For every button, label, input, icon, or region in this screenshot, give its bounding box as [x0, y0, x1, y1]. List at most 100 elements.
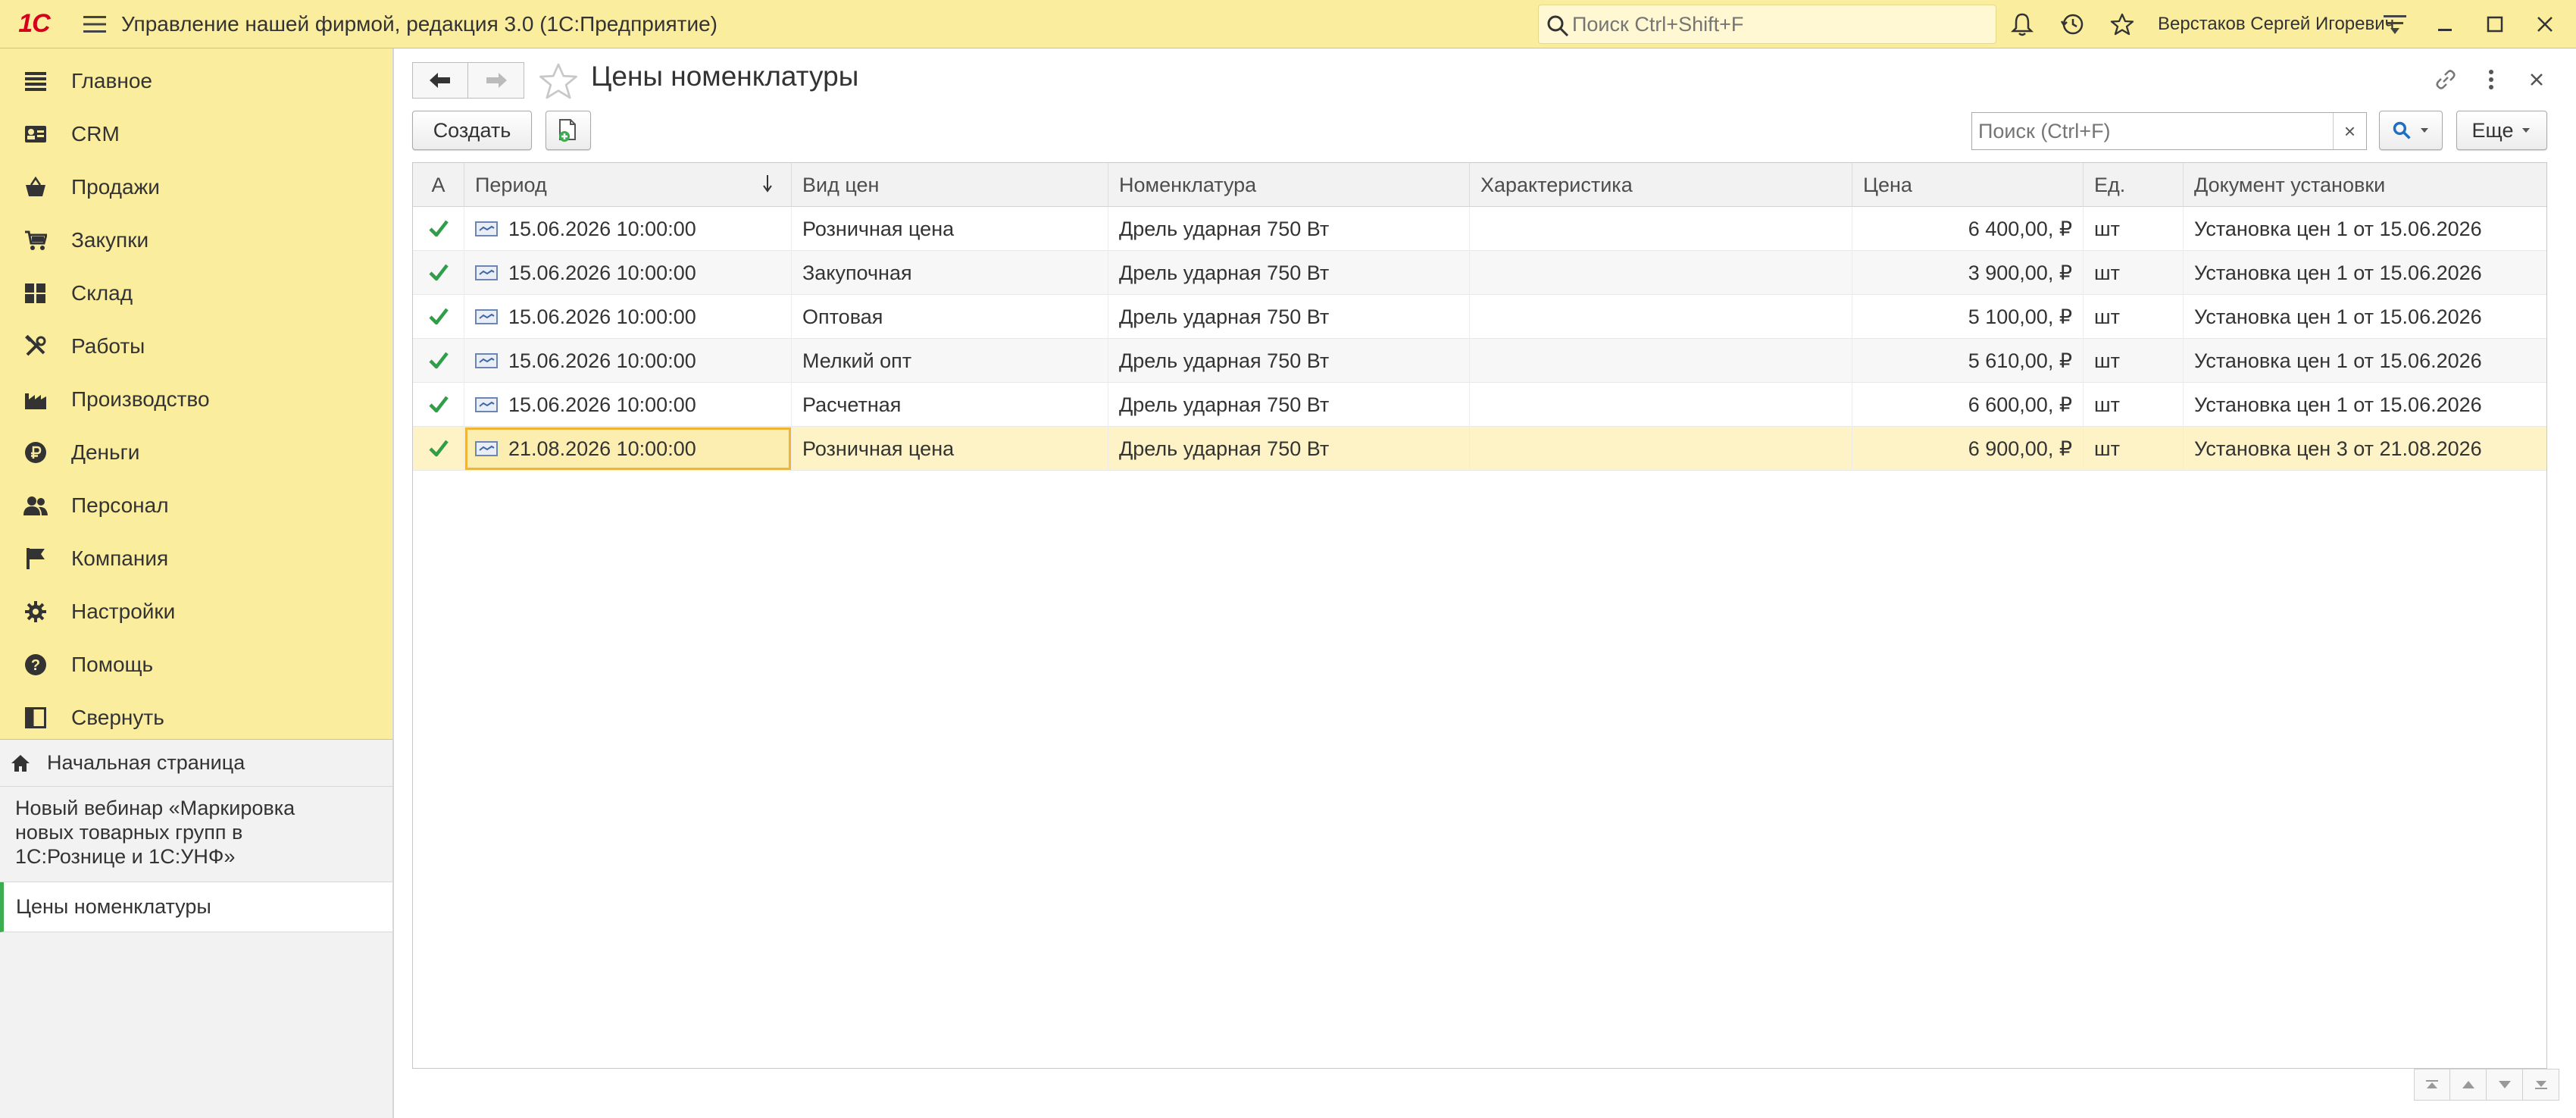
period-cell[interactable]: 15.06.2026 10:00:00 — [464, 383, 792, 427]
close-app-icon[interactable] — [2520, 0, 2570, 49]
maximize-icon[interactable] — [2470, 0, 2520, 49]
period-cell[interactable]: 15.06.2026 10:00:00 — [464, 295, 792, 339]
clear-search-button[interactable]: × — [2333, 113, 2366, 149]
characteristic-cell[interactable] — [1470, 339, 1852, 383]
search-options-button[interactable] — [2379, 111, 2443, 150]
price-cell[interactable]: 5 100,00, ₽ — [1852, 295, 2084, 339]
price-cell[interactable]: 3 900,00, ₽ — [1852, 251, 2084, 295]
price-type-cell[interactable]: Мелкий опт — [792, 339, 1108, 383]
scroll-up-button[interactable] — [2450, 1069, 2487, 1101]
list-search-input[interactable] — [1972, 113, 2333, 149]
scroll-to-top-button[interactable] — [2414, 1069, 2450, 1101]
price-type-cell[interactable]: Оптовая — [792, 295, 1108, 339]
section-works[interactable]: Работы — [0, 320, 392, 373]
table-row[interactable]: 15.06.2026 10:00:00 Оптовая Дрель ударная … — [413, 295, 2546, 339]
column-price-type[interactable]: Вид цен — [792, 163, 1108, 207]
back-button[interactable] — [412, 62, 468, 99]
global-search[interactable] — [1538, 5, 1996, 44]
section-personnel[interactable]: Персонал — [0, 479, 392, 532]
item-cell[interactable]: Дрель ударная 750 Вт — [1108, 295, 1470, 339]
favorites-star-icon[interactable] — [2097, 0, 2147, 49]
unit-cell[interactable]: шт — [2084, 339, 2184, 383]
table-row[interactable]: 15.06.2026 10:00:00 Розничная цена Дрель у… — [413, 207, 2546, 251]
open-window-webinar[interactable]: Новый вебинар «Маркировка новых товарных… — [0, 787, 392, 882]
unit-cell[interactable]: шт — [2084, 251, 2184, 295]
notifications-bell-icon[interactable] — [1997, 0, 2047, 49]
item-cell[interactable]: Дрель ударная 750 Вт — [1108, 427, 1470, 471]
section-production[interactable]: Производство — [0, 373, 392, 426]
period-cell[interactable]: 15.06.2026 10:00:00 — [464, 207, 792, 251]
unit-cell[interactable]: шт — [2084, 207, 2184, 251]
characteristic-cell[interactable] — [1470, 207, 1852, 251]
column-unit[interactable]: Ед. — [2084, 163, 2184, 207]
characteristic-cell[interactable] — [1470, 251, 1852, 295]
column-price[interactable]: Цена — [1852, 163, 2084, 207]
scroll-to-bottom-button[interactable] — [2523, 1069, 2559, 1101]
period-cell[interactable]: 21.08.2026 10:00:00 — [464, 427, 792, 471]
price-cell[interactable]: 6 600,00, ₽ — [1852, 383, 2084, 427]
link-icon[interactable] — [2423, 61, 2468, 99]
period-cell[interactable]: 15.06.2026 10:00:00 — [464, 251, 792, 295]
settings-menu-icon[interactable] — [2370, 0, 2420, 49]
section-money[interactable]: Деньги — [0, 426, 392, 479]
open-window-home[interactable]: Начальная страница — [0, 740, 392, 787]
minimize-icon[interactable] — [2420, 0, 2470, 49]
list-search[interactable]: × — [1971, 112, 2367, 150]
main-menu-icon[interactable] — [68, 0, 121, 49]
section-collapse[interactable]: Свернуть — [0, 691, 392, 744]
create-button[interactable]: Создать — [412, 111, 532, 150]
item-cell[interactable]: Дрель ударная 750 Вт — [1108, 383, 1470, 427]
section-main[interactable]: Главное — [0, 55, 392, 108]
item-cell[interactable]: Дрель ударная 750 Вт — [1108, 251, 1470, 295]
more-vertical-icon[interactable] — [2468, 61, 2514, 99]
characteristic-cell[interactable] — [1470, 295, 1852, 339]
document-cell[interactable]: Установка цен 1 от 15.06.2026 — [2184, 383, 2546, 427]
table-row[interactable]: 15.06.2026 10:00:00 Расчетная Дрель ударна… — [413, 383, 2546, 427]
period-cell[interactable]: 15.06.2026 10:00:00 — [464, 339, 792, 383]
section-warehouse[interactable]: Склад — [0, 267, 392, 320]
unit-cell[interactable]: шт — [2084, 427, 2184, 471]
section-sales[interactable]: Продажи — [0, 161, 392, 214]
item-cell[interactable]: Дрель ударная 750 Вт — [1108, 207, 1470, 251]
table-row[interactable]: 15.06.2026 10:00:00 Закупочная Дрель ударн… — [413, 251, 2546, 295]
more-button[interactable]: Еще — [2456, 111, 2547, 150]
characteristic-cell[interactable] — [1470, 383, 1852, 427]
price-cell[interactable]: 5 610,00, ₽ — [1852, 339, 2084, 383]
copy-create-button[interactable] — [546, 111, 591, 150]
unit-cell[interactable]: шт — [2084, 383, 2184, 427]
column-document[interactable]: Документ установки — [2184, 163, 2546, 207]
document-cell[interactable]: Установка цен 1 от 15.06.2026 — [2184, 207, 2546, 251]
global-search-input[interactable] — [1572, 12, 1996, 36]
app-logo[interactable]: 1С — [0, 0, 68, 49]
history-icon[interactable] — [2047, 0, 2097, 49]
forward-button[interactable] — [468, 62, 524, 99]
table-row[interactable]: 15.06.2026 10:00:00 Мелкий опт Дрель ударн… — [413, 339, 2546, 383]
column-active[interactable]: А — [413, 163, 464, 207]
price-type-cell[interactable]: Расчетная — [792, 383, 1108, 427]
section-company[interactable]: Компания — [0, 532, 392, 585]
price-type-cell[interactable]: Закупочная — [792, 251, 1108, 295]
add-to-favorites-icon[interactable] — [538, 61, 579, 107]
scroll-down-button[interactable] — [2487, 1069, 2523, 1101]
section-purchases[interactable]: Закупки — [0, 214, 392, 267]
document-cell[interactable]: Установка цен 1 от 15.06.2026 — [2184, 339, 2546, 383]
column-period[interactable]: Период — [464, 163, 792, 207]
price-cell[interactable]: 6 900,00, ₽ — [1852, 427, 2084, 471]
close-form-icon[interactable] — [2514, 61, 2559, 99]
price-type-cell[interactable]: Розничная цена — [792, 207, 1108, 251]
section-help[interactable]: ? Помощь — [0, 638, 392, 691]
characteristic-cell[interactable] — [1470, 427, 1852, 471]
document-cell[interactable]: Установка цен 1 от 15.06.2026 — [2184, 295, 2546, 339]
price-type-cell[interactable]: Розничная цена — [792, 427, 1108, 471]
section-settings[interactable]: Настройки — [0, 585, 392, 638]
price-cell[interactable]: 6 400,00, ₽ — [1852, 207, 2084, 251]
column-characteristic[interactable]: Характеристика — [1470, 163, 1852, 207]
document-cell[interactable]: Установка цен 3 от 21.08.2026 — [2184, 427, 2546, 471]
table-row[interactable]: 21.08.2026 10:00:00 Розничная цена Дрель у… — [413, 427, 2546, 471]
open-window-current[interactable]: Цены номенклатуры — [0, 882, 392, 932]
user-name[interactable]: Верстаков Сергей Игоревич — [2158, 0, 2394, 49]
document-cell[interactable]: Установка цен 1 от 15.06.2026 — [2184, 251, 2546, 295]
unit-cell[interactable]: шт — [2084, 295, 2184, 339]
item-cell[interactable]: Дрель ударная 750 Вт — [1108, 339, 1470, 383]
column-item[interactable]: Номенклатура — [1108, 163, 1470, 207]
